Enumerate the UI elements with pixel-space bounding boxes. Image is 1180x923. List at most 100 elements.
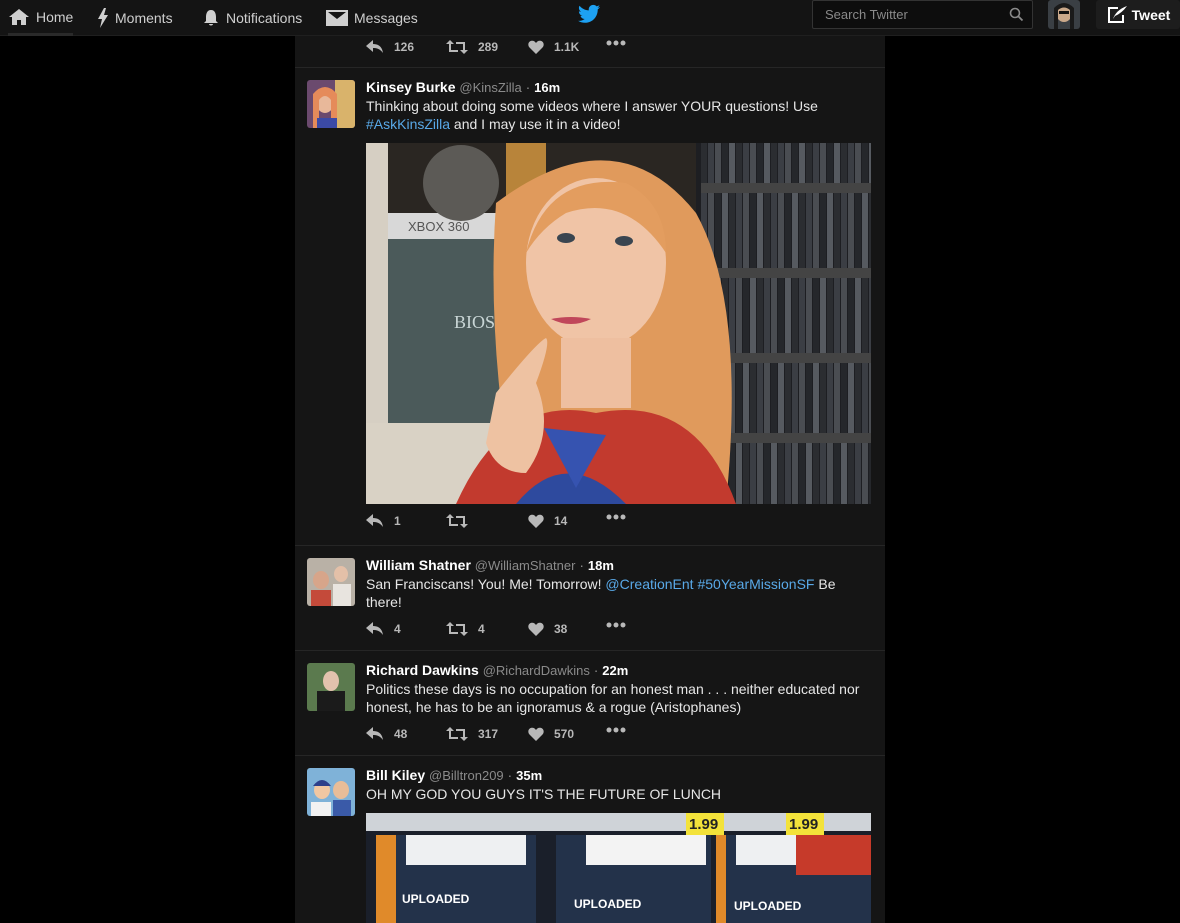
more-action[interactable] <box>606 40 626 46</box>
like-action[interactable]: 38 <box>528 622 567 636</box>
game-spine <box>862 443 868 504</box>
game-spine <box>771 278 777 353</box>
game-spine <box>736 363 742 433</box>
game-spine <box>757 363 763 433</box>
game-spine <box>855 363 861 433</box>
tweet-text-part: San Franciscans! You! Me! Tomorrow! <box>366 576 606 592</box>
game-spine <box>806 443 812 504</box>
reply-action[interactable]: 48 <box>366 727 407 741</box>
game-spine <box>806 193 812 268</box>
like-action[interactable]: 570 <box>528 727 574 741</box>
avatar[interactable] <box>307 663 355 711</box>
game-spine <box>855 143 861 183</box>
game-spine <box>869 443 871 504</box>
game-spine <box>834 363 840 433</box>
tweet-partial[interactable]: 126 289 1.1K <box>295 36 885 68</box>
like-count: 38 <box>554 622 568 636</box>
game-spine <box>785 278 791 353</box>
game-spine <box>820 143 826 183</box>
reply-action[interactable]: 4 <box>366 622 401 636</box>
twitter-bird-icon[interactable] <box>578 4 600 24</box>
game-spine <box>855 278 861 353</box>
tweet-photo[interactable]: XBOX 360 BIOSH <box>366 143 871 504</box>
reply-action[interactable]: 1 <box>366 514 401 528</box>
nav-home[interactable]: Home <box>8 0 74 36</box>
game-spine <box>862 143 868 183</box>
nav-messages-label: Messages <box>354 10 418 26</box>
avatar[interactable] <box>307 768 355 816</box>
retweet-count: 317 <box>478 727 499 741</box>
user-avatar[interactable] <box>1048 0 1080 29</box>
game-spine <box>743 363 749 433</box>
tweet-actions: 4 4 38 <box>366 622 666 638</box>
hashtag-link[interactable]: #50YearMissionSF <box>697 576 814 592</box>
heart-icon <box>528 622 544 636</box>
nav-messages[interactable]: Messages <box>326 0 418 36</box>
like-action[interactable]: 1.1K <box>528 40 579 54</box>
reply-count: 126 <box>394 40 415 54</box>
nav-moments-label: Moments <box>115 10 173 26</box>
game-spine <box>757 278 763 353</box>
more-action[interactable] <box>606 514 626 520</box>
search-input[interactable] <box>813 1 998 28</box>
retweet-action[interactable]: 317 <box>446 727 498 741</box>
game-spine <box>820 363 826 433</box>
game-spine <box>806 363 812 433</box>
tweet-text: Thinking about doing some videos where I… <box>366 97 871 133</box>
more-action[interactable] <box>606 622 626 628</box>
tweet[interactable]: William Shatner @WilliamShatner · 18m Sa… <box>295 546 885 651</box>
game-spine <box>792 443 798 504</box>
like-action[interactable]: 14 <box>528 514 567 528</box>
game-spine <box>799 278 805 353</box>
fullname[interactable]: Richard Dawkins <box>366 662 479 678</box>
hashtag-link[interactable]: #AskKinsZilla <box>366 116 450 132</box>
timeline-stream: 126 289 1.1K Kinsey Burke @KinsZilla · 1… <box>295 36 885 923</box>
more-action[interactable] <box>606 727 626 733</box>
nav-moments[interactable]: Moments <box>97 0 173 36</box>
retweet-action[interactable] <box>446 514 478 528</box>
timestamp[interactable]: 16m <box>534 80 560 95</box>
game-spine <box>736 443 742 504</box>
handle[interactable]: @KinsZilla <box>459 80 521 95</box>
handle[interactable]: @Billtron209 <box>429 768 504 783</box>
handle[interactable]: @RichardDawkins <box>483 663 590 678</box>
heart-icon <box>528 40 544 54</box>
timestamp[interactable]: 35m <box>516 768 542 783</box>
retweet-icon <box>446 622 468 636</box>
fullname[interactable]: Kinsey Burke <box>366 79 455 95</box>
retweet-action[interactable]: 4 <box>446 622 485 636</box>
price-tag: 1.99 <box>789 816 818 833</box>
timestamp[interactable]: 18m <box>588 558 614 573</box>
avatar[interactable] <box>307 558 355 606</box>
like-count: 14 <box>554 514 568 528</box>
game-spine <box>764 278 770 353</box>
game-spine <box>813 363 819 433</box>
search-icon[interactable] <box>1009 7 1024 22</box>
envelope-icon <box>326 10 348 26</box>
fullname[interactable]: Bill Kiley <box>366 767 425 783</box>
nav-notifications[interactable]: Notifications <box>202 0 302 36</box>
retweet-action[interactable]: 289 <box>446 40 498 54</box>
tweet-photo[interactable]: 1.99 1.99 UPLOADED UPLOADED UPLOADED <box>366 813 871 923</box>
compose-tweet-label: Tweet <box>1131 6 1171 23</box>
game-spine <box>799 193 805 268</box>
fullname[interactable]: William Shatner <box>366 557 471 573</box>
more-dots-icon <box>606 514 626 520</box>
handle[interactable]: @WilliamShatner <box>475 558 576 573</box>
tweet[interactable]: Bill Kiley @Billtron209 · 35m OH MY GOD … <box>295 756 885 923</box>
timestamp[interactable]: 22m <box>602 663 628 678</box>
avatar[interactable] <box>307 80 355 128</box>
game-spine <box>750 278 756 353</box>
reply-count: 1 <box>394 514 401 528</box>
tweet-text-part: and I may use it in a video! <box>450 116 621 132</box>
reply-action[interactable]: 126 <box>366 40 414 54</box>
game-spine <box>736 278 742 353</box>
compose-tweet-button[interactable]: Tweet <box>1096 0 1180 29</box>
tweet[interactable]: Richard Dawkins @RichardDawkins · 22m Po… <box>295 651 885 756</box>
game-spine <box>785 143 791 183</box>
top-navigation-bar: Home Moments Notifications Messages Twee… <box>0 0 1180 36</box>
mention-link[interactable]: @CreationEnt <box>605 576 693 592</box>
game-spine <box>792 143 798 183</box>
game-spine <box>743 278 749 353</box>
tweet[interactable]: Kinsey Burke @KinsZilla · 16m Thinking a… <box>295 68 885 546</box>
